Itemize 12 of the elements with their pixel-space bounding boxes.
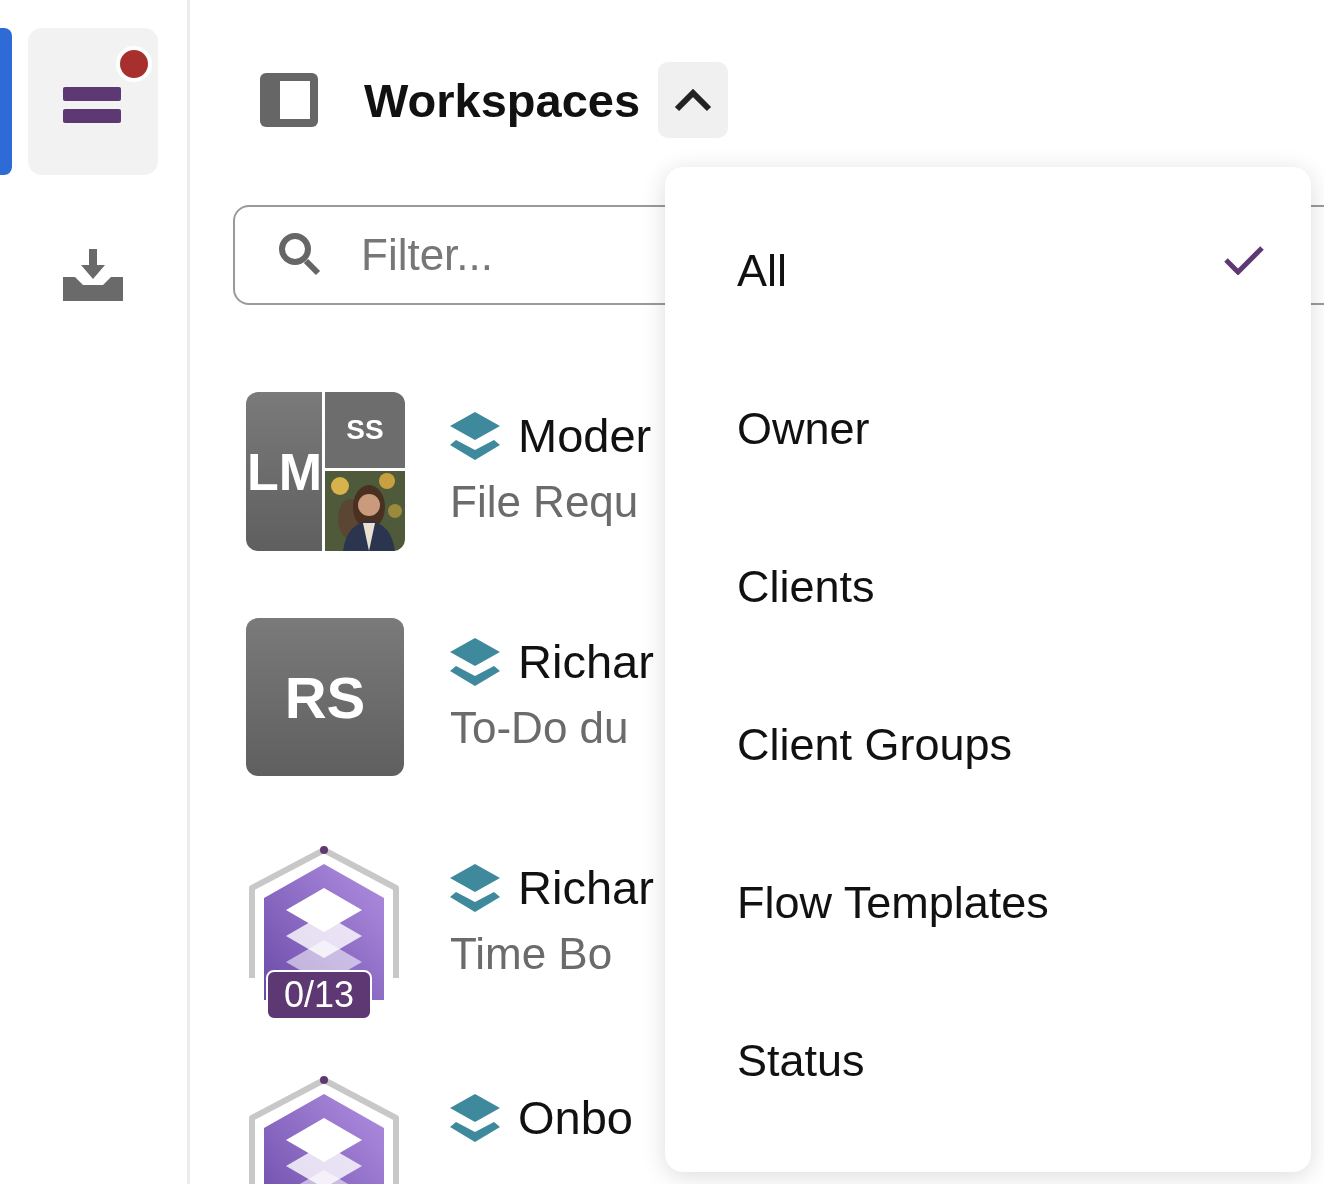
initials-avatar: LM — [246, 392, 322, 551]
workspace-title: Richar — [518, 860, 654, 915]
workspace-subtitle: Time Bo — [450, 929, 614, 979]
workspace-subtitle: File Requ — [450, 477, 640, 527]
workspace-title: Moder — [518, 408, 652, 463]
initials-avatar: SS — [325, 392, 405, 468]
page-title: Workspaces — [364, 72, 641, 128]
initials-avatar: RS — [246, 618, 404, 776]
workspace-subtitle: To-Do du — [450, 703, 630, 753]
workspace-title: Richar — [518, 634, 654, 689]
workspace-title: Onbo — [518, 1090, 633, 1145]
progress-badge: 0/13 — [266, 970, 373, 1020]
